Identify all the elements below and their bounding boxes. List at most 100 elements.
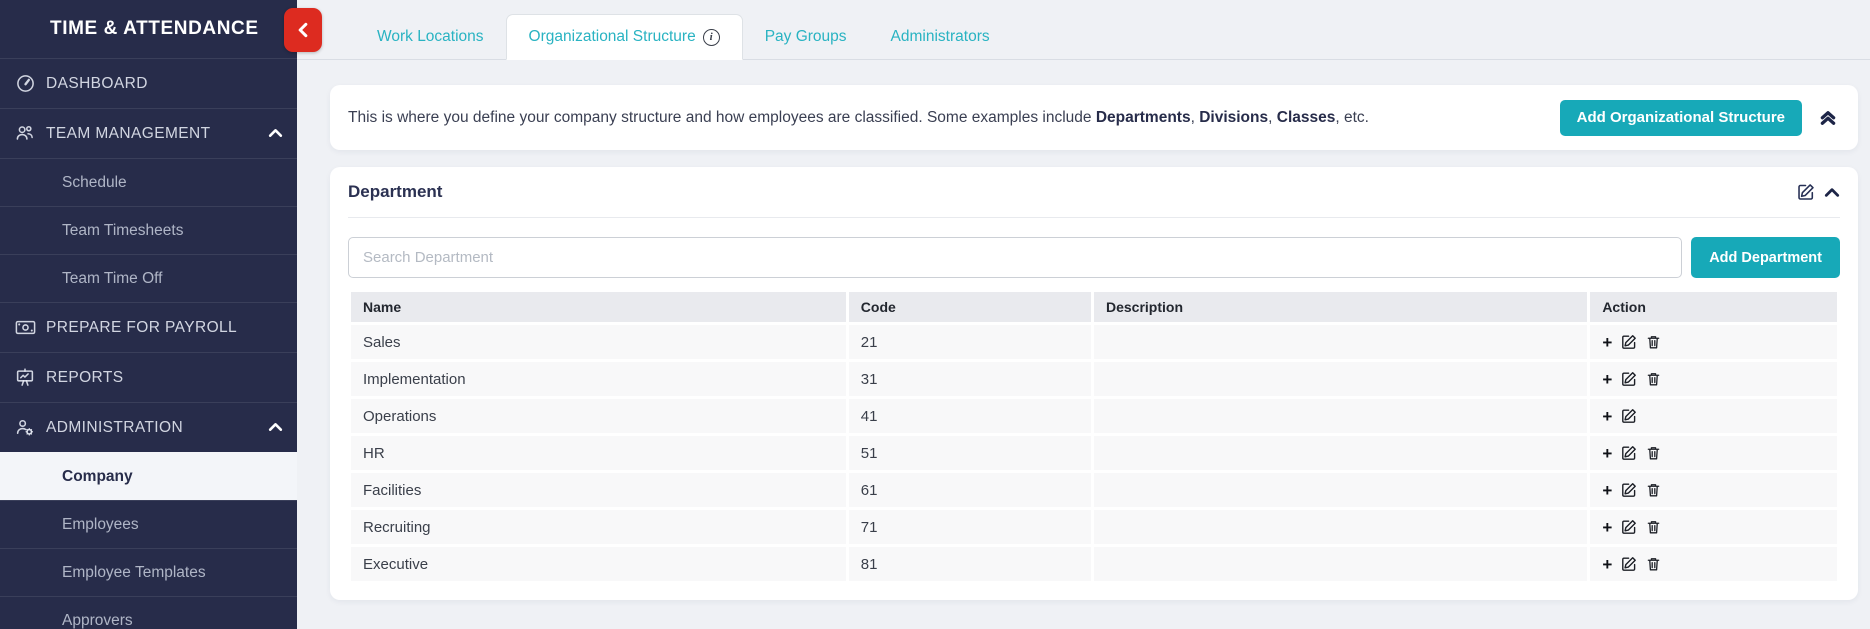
add-department-button[interactable]: Add Department: [1691, 237, 1840, 278]
table-row: Recruiting 71 +: [351, 510, 1837, 544]
table-row: Operations 41 +: [351, 399, 1837, 433]
tab-pay-groups[interactable]: Pay Groups: [743, 14, 869, 60]
add-child-icon[interactable]: +: [1602, 408, 1612, 425]
cell-description: [1094, 510, 1587, 544]
cell-name: Sales: [351, 325, 846, 359]
add-child-icon[interactable]: +: [1602, 519, 1612, 536]
sidebar: TIME & ATTENDANCE DASHBOARD TEAM MANAGEM…: [0, 0, 297, 629]
sidebar-item-company[interactable]: Company: [0, 452, 297, 500]
cell-name: Facilities: [351, 473, 846, 507]
add-child-icon[interactable]: +: [1602, 445, 1612, 462]
delete-row-icon[interactable]: [1646, 482, 1661, 498]
cell-code: 51: [849, 436, 1091, 470]
cell-name: Operations: [351, 399, 846, 433]
cell-description: [1094, 547, 1587, 581]
edit-row-icon[interactable]: [1621, 408, 1637, 424]
edit-row-icon[interactable]: [1621, 334, 1637, 350]
chevron-left-icon: [297, 22, 309, 38]
department-card-header: Department: [348, 167, 1840, 218]
add-child-icon[interactable]: +: [1602, 482, 1612, 499]
delete-row-icon[interactable]: [1646, 334, 1661, 350]
admin-icon: [12, 418, 38, 438]
department-table: Name Code Description Action Sales 21 +: [348, 289, 1840, 584]
sidebar-item-label: TEAM MANAGEMENT: [46, 125, 210, 143]
sidebar-item-dashboard[interactable]: DASHBOARD: [0, 58, 297, 108]
cell-code: 41: [849, 399, 1091, 433]
cell-action: +: [1590, 436, 1837, 470]
sidebar-item-approvers[interactable]: Approvers: [0, 596, 297, 629]
delete-row-icon[interactable]: [1646, 371, 1661, 387]
cell-action: +: [1590, 510, 1837, 544]
chevron-up-icon[interactable]: [268, 125, 283, 143]
sidebar-item-employee-templates[interactable]: Employee Templates: [0, 548, 297, 596]
cell-action: +: [1590, 399, 1837, 433]
add-organizational-structure-button[interactable]: Add Organizational Structure: [1560, 100, 1802, 136]
cell-action: +: [1590, 325, 1837, 359]
cell-code: 81: [849, 547, 1091, 581]
sidebar-collapse-button[interactable]: [284, 8, 322, 52]
cell-action: +: [1590, 547, 1837, 581]
sidebar-item-team-timesheets[interactable]: Team Timesheets: [0, 206, 297, 254]
tab-administrators[interactable]: Administrators: [869, 14, 1012, 60]
cell-description: [1094, 399, 1587, 433]
tab-organizational-structure[interactable]: Organizational Structure i: [506, 14, 743, 60]
sidebar-item-label: ADMINISTRATION: [46, 419, 183, 437]
edit-row-icon[interactable]: [1621, 371, 1637, 387]
cell-description: [1094, 325, 1587, 359]
chevron-up-icon[interactable]: [268, 419, 283, 437]
cell-name: Executive: [351, 547, 846, 581]
edit-row-icon[interactable]: [1621, 556, 1637, 572]
department-title: Department: [348, 182, 442, 202]
department-card: Department Add Department Name Code Desc: [330, 167, 1858, 600]
table-row: Sales 21 +: [351, 325, 1837, 359]
team-icon: [12, 124, 38, 144]
tab-work-locations[interactable]: Work Locations: [355, 14, 506, 60]
cell-action: +: [1590, 473, 1837, 507]
sidebar-item-administration[interactable]: ADMINISTRATION: [0, 402, 297, 452]
cell-code: 21: [849, 325, 1091, 359]
collapse-section-icon[interactable]: [1824, 187, 1840, 198]
cell-action: +: [1590, 362, 1837, 396]
tab-bar: Work Locations Organizational Structure …: [297, 0, 1870, 60]
cell-code: 31: [849, 362, 1091, 396]
search-department-input[interactable]: [348, 237, 1682, 278]
main-content: Work Locations Organizational Structure …: [297, 0, 1870, 629]
description-card: This is where you define your company st…: [330, 85, 1858, 150]
column-header-code: Code: [849, 292, 1091, 322]
sidebar-item-label: REPORTS: [46, 369, 123, 387]
sidebar-item-reports[interactable]: REPORTS: [0, 352, 297, 402]
sidebar-item-team-management[interactable]: TEAM MANAGEMENT: [0, 108, 297, 158]
sidebar-item-employees[interactable]: Employees: [0, 500, 297, 548]
add-child-icon[interactable]: +: [1602, 556, 1612, 573]
sidebar-item-prepare-for-payroll[interactable]: PREPARE FOR PAYROLL: [0, 302, 297, 352]
add-child-icon[interactable]: +: [1602, 334, 1612, 351]
column-header-action: Action: [1590, 292, 1837, 322]
cell-description: [1094, 436, 1587, 470]
cell-code: 71: [849, 510, 1091, 544]
description-text: This is where you define your company st…: [348, 109, 1369, 127]
delete-row-icon[interactable]: [1646, 519, 1661, 535]
column-header-description: Description: [1094, 292, 1587, 322]
table-header-row: Name Code Description Action: [351, 292, 1837, 322]
cell-name: Recruiting: [351, 510, 846, 544]
table-row: Implementation 31 +: [351, 362, 1837, 396]
reports-icon: [12, 368, 38, 388]
column-header-name: Name: [351, 292, 846, 322]
sidebar-item-team-time-off[interactable]: Team Time Off: [0, 254, 297, 302]
app-title: TIME & ATTENDANCE: [0, 0, 297, 58]
sidebar-item-label: PREPARE FOR PAYROLL: [46, 319, 237, 337]
edit-row-icon[interactable]: [1621, 482, 1637, 498]
sidebar-item-schedule[interactable]: Schedule: [0, 158, 297, 206]
info-icon[interactable]: i: [703, 29, 720, 46]
edit-section-icon[interactable]: [1797, 183, 1815, 201]
add-child-icon[interactable]: +: [1602, 371, 1612, 388]
edit-row-icon[interactable]: [1621, 519, 1637, 535]
sidebar-item-label: DASHBOARD: [46, 75, 148, 93]
delete-row-icon[interactable]: [1646, 556, 1661, 572]
table-row: HR 51 +: [351, 436, 1837, 470]
collapse-all-icon[interactable]: [1818, 108, 1838, 128]
edit-row-icon[interactable]: [1621, 445, 1637, 461]
delete-row-icon[interactable]: [1646, 445, 1661, 461]
department-toolbar: Add Department: [348, 237, 1840, 278]
cell-description: [1094, 362, 1587, 396]
